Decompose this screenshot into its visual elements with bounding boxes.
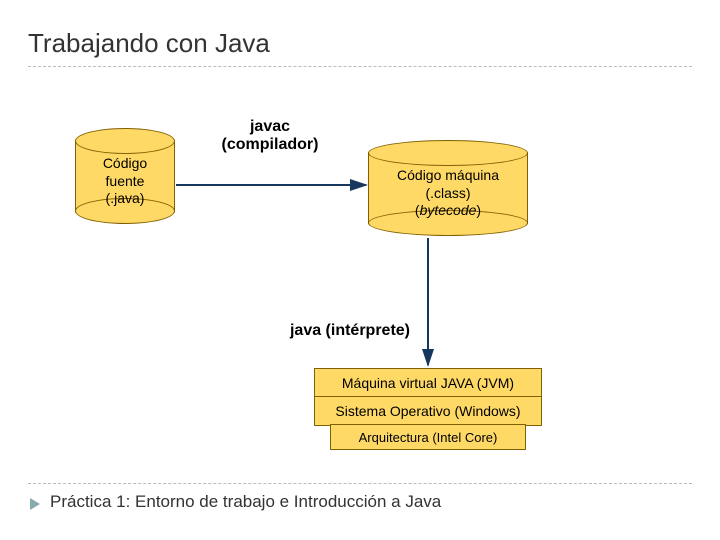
slide: Trabajando con Java Código fuente (.java… [0, 0, 720, 540]
footer-text: Práctica 1: Entorno de trabajo e Introdu… [50, 492, 441, 512]
bullet-icon [30, 498, 40, 510]
cylinder-bytecode: Código máquina (.class) (bytecode) [368, 140, 528, 236]
arrows [0, 0, 720, 540]
divider-top [28, 66, 692, 67]
interpreter-label: java (intérprete) [270, 322, 430, 340]
box-os: Sistema Operativo (Windows) [314, 396, 542, 426]
cylinder-source-label: Código fuente (.java) [75, 155, 175, 208]
cylinder-source: Código fuente (.java) [75, 128, 175, 224]
page-title: Trabajando con Java [28, 28, 270, 59]
cylinder-bytecode-label: Código máquina (.class) (bytecode) [368, 167, 528, 220]
compiler-label: javac (compilador) [205, 118, 335, 154]
box-hw: Arquitectura (Intel Core) [330, 424, 526, 450]
box-jvm: Máquina virtual JAVA (JVM) [314, 368, 542, 398]
divider-bottom [28, 483, 692, 484]
